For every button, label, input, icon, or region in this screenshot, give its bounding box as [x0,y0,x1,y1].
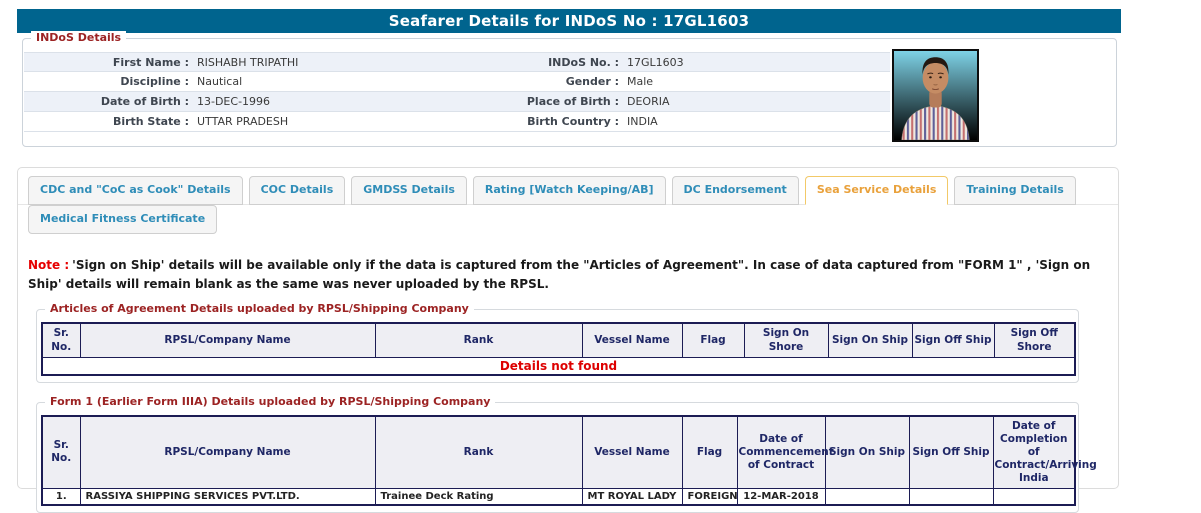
column-header-sign-on-shore: Sign On Shore [743,322,829,358]
cell-sr-no: 1. [41,488,81,506]
seafarer-tabs-panel: CDC and "CoC as Cook" Details COC Detail… [17,167,1119,513]
details-not-found-message: Details not found [41,356,1076,376]
detail-row: First Name : RISHABH TRIPATHI INDoS No. … [24,52,890,72]
indos-details-grid: First Name : RISHABH TRIPATHI INDoS No. … [24,52,890,132]
form1-section: Form 1 (Earlier Form IIIA) Details uploa… [36,394,1097,513]
tab-medical-fitness-certificate[interactable]: Medical Fitness Certificate [28,205,218,234]
discipline-value: Nautical [197,75,243,88]
table-row: Details not found [41,356,1076,376]
gender-value: Male [627,75,654,88]
column-header-sr-no: Sr. No. [41,322,81,358]
birth-country-label: Birth Country : [527,115,619,128]
page-title: Seafarer Details for INDoS No : 17GL1603 [17,9,1121,33]
first-name-value: RISHABH TRIPATHI [197,56,299,69]
date-of-birth-value: 13-DEC-1996 [197,95,271,108]
discipline-label: Discipline : [120,75,189,88]
cell-rank: Trainee Deck Rating [374,488,583,506]
note-prefix: Note : [28,258,70,272]
tab-strip-row-2: Medical Fitness Certificate [18,205,1118,234]
cell-date-commencement: 12-MAR-2018 [736,488,826,506]
cell-sign-on-ship [824,488,910,506]
gender-label: Gender : [565,75,619,88]
column-header-sign-off-ship: Sign Off Ship [911,322,995,358]
articles-of-agreement-table: Sr. No. RPSL/Company Name Rank Vessel Na… [41,322,1076,376]
cell-company: RASSIYA SHIPPING SERVICES PVT.LTD. [79,488,376,506]
column-header-date-of-completion: Date of Completion of Contract/Arriving … [992,415,1097,490]
place-of-birth-label: Place of Birth : [526,95,619,108]
date-of-birth-label: Date of Birth : [100,95,189,108]
column-header-rank: Rank [374,322,583,358]
articles-of-agreement-section: Articles of Agreement Details uploaded b… [36,302,1079,383]
detail-row: Discipline : Nautical Gender : Male [24,72,890,92]
column-header-vessel: Vessel Name [581,322,683,358]
indos-no-label: INDoS No. : [548,56,619,69]
table-header-row: Sr. No. RPSL/Company Name Rank Vessel Na… [41,322,1076,358]
first-name-label: First Name : [112,56,189,69]
indos-details-section: INDoS Details First Name : RISHABH TRIPA… [22,31,1117,147]
birth-state-label: Birth State : [112,115,189,128]
column-header-sr-no: Sr. No. [41,415,81,490]
form1-table: Sr. No. RPSL/Company Name Rank Vessel Na… [41,414,1097,507]
cell-vessel: MT ROYAL LADY [581,488,683,506]
detail-row: Date of Birth : 13-DEC-1996 Place of Bir… [24,92,890,112]
sign-on-ship-note: Note : 'Sign on Ship' details will be ava… [28,256,1100,294]
tab-rating-watch-keeping-ab[interactable]: Rating [Watch Keeping/AB] [472,176,666,205]
tab-training-details[interactable]: Training Details [954,176,1076,205]
indos-details-legend: INDoS Details [31,31,127,44]
articles-of-agreement-legend: Articles of Agreement Details uploaded b… [45,302,474,316]
column-header-date-of-commencement: Date of Commencement of Contract [736,415,834,490]
column-header-flag: Flag [681,415,738,490]
form1-legend: Form 1 (Earlier Form IIIA) Details uploa… [45,394,496,408]
table-row: 1. RASSIYA SHIPPING SERVICES PVT.LTD. Tr… [41,488,1076,506]
column-header-company: RPSL/Company Name [79,415,376,490]
tab-strip-row-1: CDC and "CoC as Cook" Details COC Detail… [18,168,1118,205]
indos-no-value: 17GL1603 [627,56,684,69]
note-text: 'Sign on Ship' details will be available… [28,258,1091,292]
column-header-flag: Flag [681,322,745,358]
column-header-sign-on-ship: Sign On Ship [827,322,913,358]
birth-country-value: INDIA [627,115,658,128]
tab-gmdss-details[interactable]: GMDSS Details [351,176,467,205]
column-header-rank: Rank [374,415,583,490]
column-header-sign-off-shore: Sign Off Shore [993,322,1076,358]
cell-date-completion [992,488,1076,506]
detail-row: Birth State : UTTAR PRADESH Birth Countr… [24,112,890,132]
table-header-row: Sr. No. RPSL/Company Name Rank Vessel Na… [41,415,1097,490]
column-header-sign-off-ship: Sign Off Ship [908,415,994,490]
column-header-vessel: Vessel Name [581,415,683,490]
column-header-company: RPSL/Company Name [79,322,376,358]
cell-flag: FOREIGN [681,488,738,506]
place-of-birth-value: DEORIA [627,95,670,108]
column-header-sign-on-ship: Sign On Ship [824,415,910,490]
cell-sign-off-ship [908,488,994,506]
tab-cdc-coc-as-cook-details[interactable]: CDC and "CoC as Cook" Details [28,176,243,205]
tab-dc-endorsement[interactable]: DC Endorsement [671,176,799,205]
tab-coc-details[interactable]: COC Details [248,176,346,205]
birth-state-value: UTTAR PRADESH [197,115,289,128]
seafarer-photo [892,49,979,142]
tab-sea-service-details[interactable]: Sea Service Details [804,176,949,205]
